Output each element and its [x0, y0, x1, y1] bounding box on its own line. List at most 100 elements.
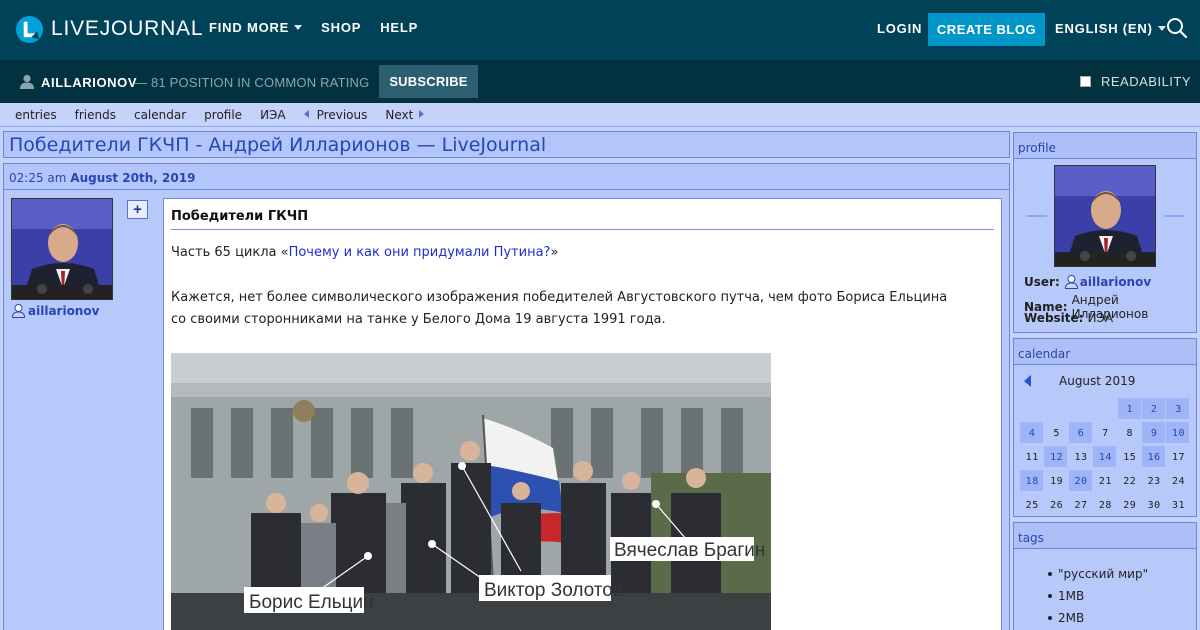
user-icon — [1064, 275, 1078, 289]
calendar-day: 31 — [1166, 493, 1190, 517]
calendar-day-number: 4 — [1028, 427, 1036, 439]
calendar-day[interactable]: 2 — [1141, 397, 1166, 421]
avatar[interactable] — [11, 198, 113, 300]
calendar-day-number: 17 — [1172, 451, 1186, 463]
calendar-day-number: 1 — [1126, 403, 1134, 415]
calendar-day: 24 — [1166, 469, 1190, 493]
calendar-module-header: calendar — [1014, 339, 1196, 365]
nav-calendar[interactable]: calendar — [134, 108, 186, 122]
nav-profile[interactable]: profile — [204, 108, 242, 122]
calendar-day-number: 16 — [1147, 451, 1161, 463]
calendar-day[interactable]: 9 — [1141, 421, 1166, 445]
nav-help[interactable]: HELP — [380, 20, 418, 35]
readability-checkbox[interactable] — [1080, 76, 1091, 87]
profile-avatar[interactable] — [1054, 165, 1156, 267]
calendar-heading[interactable]: calendar — [1018, 347, 1070, 361]
calendar-module: calendar August 2019 1 2 3 4 5 6 7 8 9 10 11 12 13 14… — [1013, 338, 1197, 517]
calendar-day[interactable]: 6 — [1068, 421, 1093, 445]
calendar-day-number: 10 — [1172, 427, 1186, 439]
nav-shop[interactable]: SHOP — [321, 20, 361, 35]
calendar-day: 23 — [1142, 469, 1166, 493]
calendar-day: 7 — [1093, 421, 1117, 445]
calendar-day: 17 — [1166, 445, 1190, 469]
top-nav: FIND MORE SHOP HELP — [209, 20, 418, 35]
subject-divider — [171, 229, 994, 230]
calendar-day[interactable]: 4 — [1020, 421, 1044, 445]
profile-module-header: profile — [1014, 133, 1196, 159]
calendar-day-number: 24 — [1172, 475, 1186, 487]
tag-item[interactable]: 1MB — [1047, 589, 1148, 611]
profile-website-link[interactable]: ИЭА — [1087, 311, 1113, 325]
entry-subject: Победители ГКЧП — [171, 209, 309, 224]
readability-toggle[interactable]: READABILITY — [1080, 74, 1191, 89]
calendar-day-number: 2 — [1150, 403, 1158, 415]
calendar-day[interactable]: 16 — [1141, 445, 1166, 469]
profile-username-link[interactable]: aillarionov — [1080, 275, 1151, 289]
search-icon[interactable] — [1166, 17, 1188, 39]
site-header: LIVEJOURNAL FIND MORE SHOP HELP LOGIN CR… — [0, 0, 1200, 60]
calendar-month[interactable]: August 2019 — [1059, 374, 1135, 388]
profile-heading[interactable]: profile — [1018, 141, 1056, 155]
calendar-prev-icon[interactable] — [1024, 375, 1031, 387]
calendar-day-number: 6 — [1077, 427, 1085, 439]
calendar-day: 26 — [1044, 493, 1068, 517]
entry-paragraph: Кажется, нет более символического изобра… — [171, 290, 948, 327]
livejournal-logo-icon — [15, 15, 44, 43]
tag-item[interactable]: "русский мир" — [1047, 567, 1148, 589]
expand-icon[interactable]: + — [127, 200, 148, 219]
calendar-day-number: 11 — [1025, 451, 1039, 463]
calendar-day[interactable]: 3 — [1166, 397, 1190, 421]
series-link[interactable]: Почему и как они придумали Путина? — [289, 245, 551, 260]
calendar-day[interactable]: 14 — [1093, 445, 1117, 469]
arrow-left-icon — [303, 109, 309, 118]
entry-date[interactable]: August 20th, 2019 — [70, 171, 195, 185]
nav-entries[interactable]: entries — [15, 108, 57, 122]
user-label: User: — [1024, 274, 1060, 289]
calendar-day-number: 23 — [1147, 475, 1161, 487]
calendar-day[interactable]: 10 — [1166, 421, 1190, 445]
login-link[interactable]: LOGIN — [877, 21, 922, 36]
subscribe-button[interactable]: SUBSCRIBE — [379, 65, 478, 98]
calendar-day: 27 — [1069, 493, 1093, 517]
website-label: Website: — [1024, 311, 1084, 325]
calendar-day: 15 — [1118, 445, 1142, 469]
nav-find-more-label: FIND MORE — [209, 20, 290, 35]
entry-content: Победители ГКЧП Часть 65 цикла «Почему и… — [163, 198, 1002, 630]
calendar-day[interactable]: 12 — [1044, 445, 1068, 469]
calendar-day-number: 21 — [1098, 475, 1112, 487]
calendar-day-number: 31 — [1172, 499, 1186, 511]
poster-link[interactable]: aillarionov — [11, 303, 99, 318]
photo-label-zolotov: Виктор Золотов — [484, 580, 623, 601]
calendar-day[interactable]: 20 — [1068, 469, 1093, 493]
calendar-day-number: 22 — [1123, 475, 1137, 487]
calendar-grid: 1 2 3 4 5 6 7 8 9 10 11 12 13 14 15 16 17 18 19 20 21 22 23 24 2… — [1020, 397, 1191, 517]
tags-heading[interactable]: tags — [1018, 531, 1044, 545]
journal-name-link[interactable]: AILLARIONOV — [41, 75, 137, 90]
nav-friends[interactable]: friends — [75, 108, 116, 122]
entry-photo-image: Борис Ельцин Виктор Золотов Вячеслав Бра… — [171, 353, 771, 630]
page-title-box: Победители ГКЧП - Андрей Илларионов — Li… — [3, 131, 1010, 158]
nav-next[interactable]: Next — [385, 108, 425, 122]
nav-find-more[interactable]: FIND MORE — [209, 20, 303, 35]
calendar-day-number: 14 — [1098, 451, 1112, 463]
nav-previous-label: Previous — [316, 107, 368, 122]
intro-prefix: Часть 65 цикла « — [171, 245, 289, 260]
create-blog-button[interactable]: CREATE BLOG — [928, 13, 1045, 46]
calendar-day-number: 12 — [1050, 451, 1064, 463]
entry-intro: Часть 65 цикла «Почему и как они придума… — [171, 245, 558, 260]
language-selector[interactable]: ENGLISH (EN) — [1055, 21, 1166, 36]
tags-list: "русский мир" 1MB 2MB — [1047, 567, 1148, 630]
livejournal-logo[interactable]: LIVEJOURNAL — [15, 14, 203, 44]
intro-suffix: » — [550, 245, 559, 260]
calendar-day[interactable]: 18 — [1020, 469, 1044, 493]
calendar-empty-cell — [1044, 397, 1068, 421]
calendar-day-number: 26 — [1050, 499, 1064, 511]
logo-text: LIVEJOURNAL — [51, 17, 204, 40]
tag-item[interactable]: 2MB — [1047, 611, 1148, 630]
tags-module-header: tags — [1014, 523, 1196, 549]
user-icon — [20, 74, 34, 89]
calendar-day[interactable]: 1 — [1117, 397, 1142, 421]
rating-text: — 81 POSITION IN COMMON RATING — [134, 75, 370, 90]
nav-previous[interactable]: Previous — [303, 107, 368, 122]
nav-website[interactable]: ИЭА — [260, 108, 286, 122]
